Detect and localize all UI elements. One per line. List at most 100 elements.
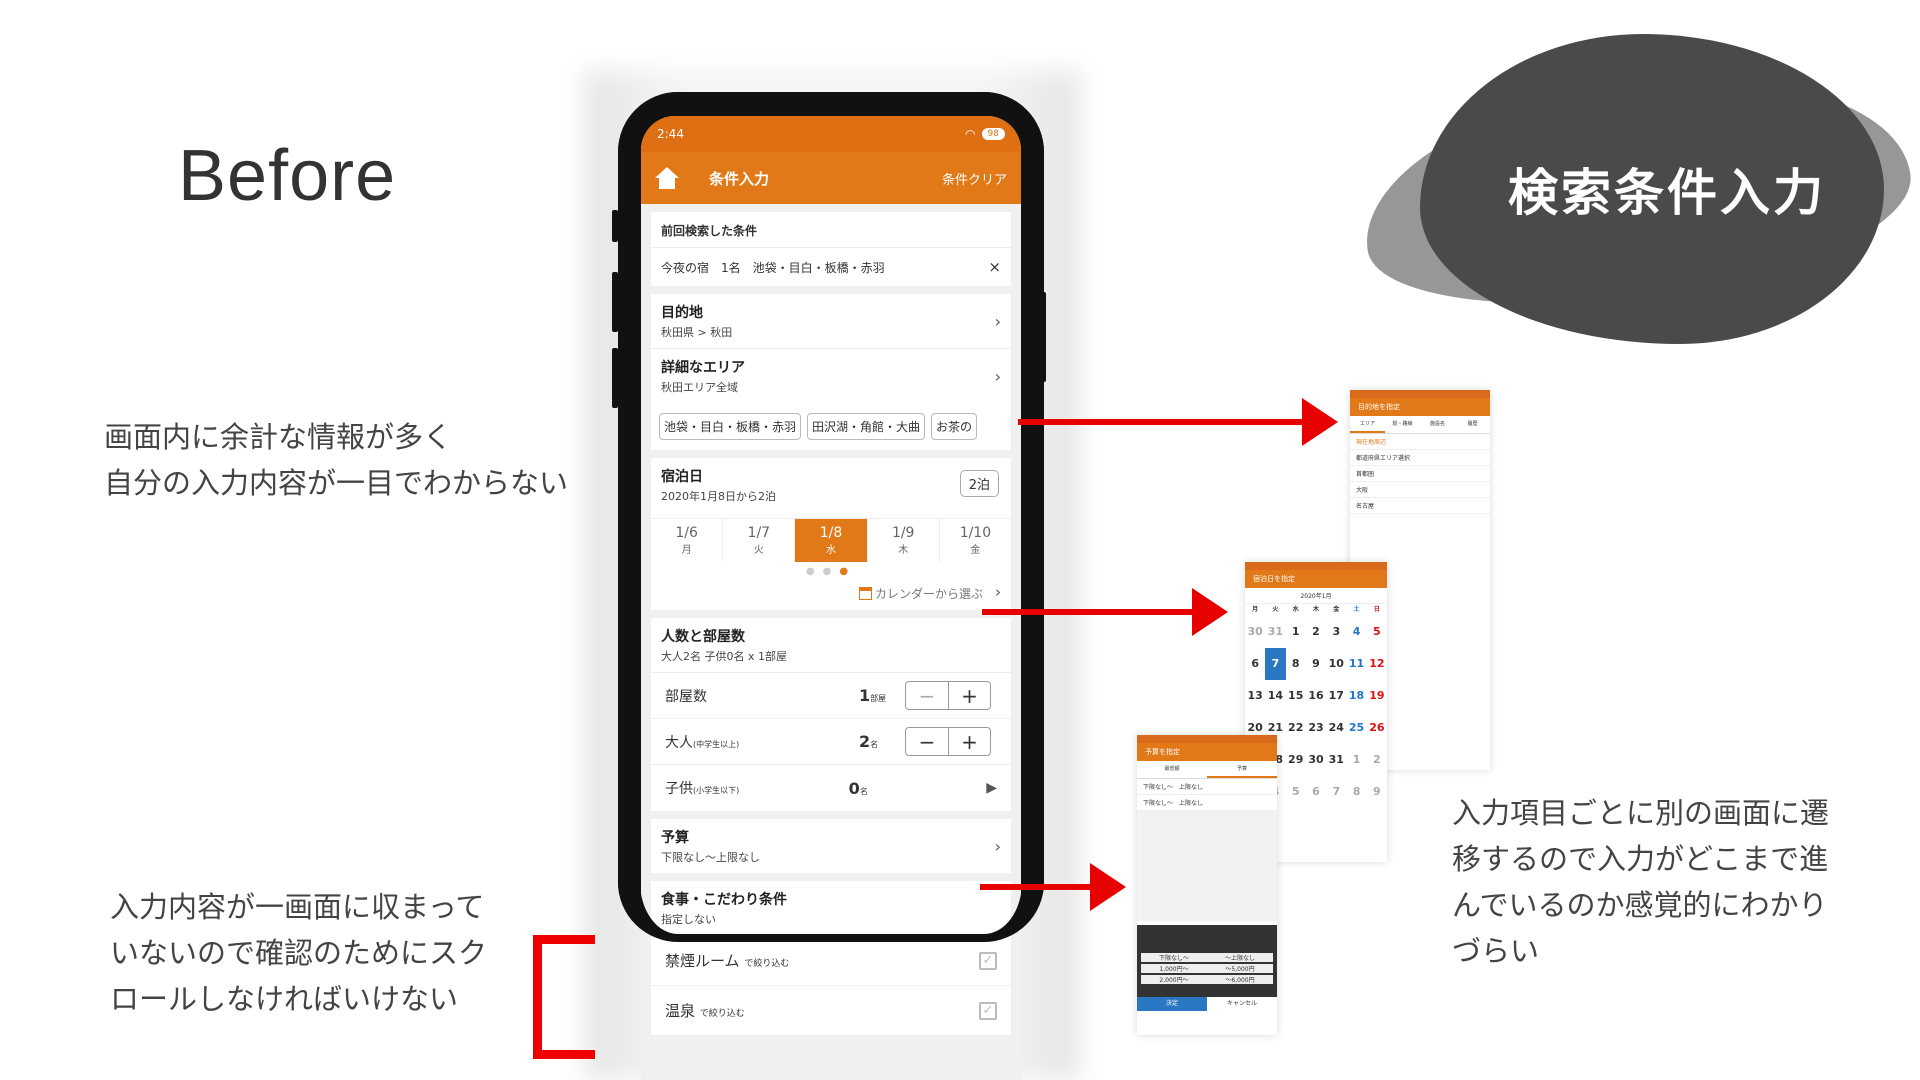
calendar-day: 31	[1267, 625, 1284, 638]
destination-row[interactable]: 目的地 秋田県 > 秋田 ›	[651, 294, 1011, 349]
rooms-label: 部屋数	[665, 688, 707, 705]
budget-value: 下限なし〜上限なし	[661, 851, 760, 864]
mini-calendar-month: 2020年1月	[1245, 588, 1387, 604]
area-chip[interactable]: 池袋・目白・板橋・赤羽	[659, 413, 802, 440]
filter-onsen-row[interactable]: 温泉 で絞り込む ✓	[651, 986, 1011, 1036]
budget-title: 予算	[661, 830, 689, 846]
calendar-day: 23	[1308, 721, 1324, 734]
arrow-to-budget-screen	[980, 863, 1126, 911]
date-option-selected[interactable]: 1/8 水	[795, 519, 868, 562]
page-indicator: ●●●	[805, 566, 857, 577]
phone-side-button	[612, 348, 618, 408]
area-chip[interactable]: お茶の	[931, 413, 978, 440]
stay-row: 宿泊日 2020年1月8日から2泊 2泊	[651, 458, 1011, 512]
checkbox[interactable]: ✓	[979, 1001, 997, 1020]
mini-ok-button: 決定	[1137, 997, 1207, 1011]
chevron-right-icon: ›	[994, 367, 1001, 386]
minus-button[interactable]: −	[906, 682, 948, 709]
minus-button[interactable]: −	[906, 728, 948, 755]
calendar-day: 25	[1348, 721, 1365, 734]
area-value: 秋田エリア全域	[661, 381, 738, 394]
phone-side-button	[1040, 292, 1046, 382]
chevron-right-icon: ›	[995, 583, 1001, 601]
checkbox[interactable]: ✓	[979, 951, 997, 970]
adults-row: 大人(中学生以上) 2名 − +	[651, 719, 1011, 765]
status-bar: 2:44 ◠ 98	[641, 116, 1021, 152]
home-icon[interactable]	[655, 167, 679, 189]
calendar-day: 6	[1312, 785, 1320, 798]
previous-search-title: 前回検索した条件	[651, 212, 1011, 248]
plus-button[interactable]: +	[948, 682, 990, 709]
date-strip: 1/6 月 1/7 火 1/8 水 1/9 木 1/10 金	[651, 518, 1011, 562]
meal-value: 指定しない	[661, 913, 716, 926]
date-option[interactable]: 1/9 木	[868, 519, 940, 562]
calendar-day: 16	[1308, 689, 1324, 702]
chevron-right-icon: ›	[994, 837, 1001, 856]
mini-area-row: 都道府県エリア選択	[1350, 450, 1490, 466]
date-option[interactable]: 1/10 金	[940, 519, 1011, 562]
calendar-day: 4	[1352, 625, 1361, 638]
adults-value: 2名	[859, 732, 879, 751]
expand-icon[interactable]: ▶	[986, 780, 997, 796]
mini-area-title: 目的地を指定	[1350, 398, 1490, 416]
adults-stepper: − +	[905, 727, 991, 756]
children-label: 子供(小学生以下)	[665, 781, 740, 797]
plus-button[interactable]: +	[948, 728, 990, 755]
section-title: 検索条件入力	[1508, 164, 1826, 222]
page-title: 条件入力	[709, 169, 770, 188]
phone-screen: 2:44 ◠ 98 条件入力 条件クリア 前回検索した条件 今夜の宿 1名 池袋…	[641, 116, 1021, 1080]
battery-icon: 98	[981, 128, 1005, 140]
budget-row[interactable]: 予算 下限なし〜上限なし ›	[651, 819, 1011, 873]
phone-side-button	[612, 210, 618, 242]
calendar-day: 14	[1267, 689, 1284, 702]
calendar-day: 18	[1348, 689, 1365, 702]
calendar-day: 10	[1328, 657, 1344, 670]
children-row[interactable]: 子供(小学生以下) 0名 ▶	[651, 765, 1011, 811]
area-chip[interactable]: 田沢湖・角館・大曲	[807, 413, 926, 440]
arrow-to-area-screen	[1018, 398, 1338, 446]
date-option[interactable]: 1/6 月	[651, 519, 724, 562]
destination-value: 秋田県 > 秋田	[661, 326, 733, 339]
arrow-to-calendar-screen	[982, 588, 1228, 636]
status-time: 2:44	[657, 127, 684, 141]
meal-row[interactable]: 食事・こだわり条件 指定しない	[651, 881, 1011, 936]
date-option[interactable]: 1/7 火	[723, 519, 796, 562]
calendar-link[interactable]: カレンダーから選ぶ ›	[651, 581, 1011, 610]
guests-summary: 大人2名 子供0名 x 1部屋	[661, 650, 787, 663]
wifi-icon: ◠	[965, 127, 976, 141]
scroll-bracket	[533, 935, 595, 1059]
calendar-day: 29	[1288, 753, 1304, 766]
rooms-stepper: − +	[905, 681, 991, 710]
annotation-info-overload: 画面内に余計な情報が多く 自分の入力内容が一目でわからない	[104, 420, 569, 500]
area-row[interactable]: 詳細なエリア 秋田エリア全域 ›	[651, 349, 1011, 403]
meal-title: 食事・こだわり条件	[661, 892, 787, 908]
guests-card: 人数と部屋数 大人2名 子供0名 x 1部屋 部屋数 1部屋 − + 大人(中学生…	[651, 618, 1011, 811]
previous-search-card: 前回検索した条件 今夜の宿 1名 池袋・目白・板橋・赤羽 ×	[651, 212, 1011, 286]
mini-area-row: 名古屋	[1350, 498, 1490, 514]
guests-header: 人数と部屋数 大人2名 子供0名 x 1部屋	[651, 618, 1011, 673]
clear-conditions-button[interactable]: 条件クリア	[942, 169, 1007, 188]
annotation-screen-transition: 入力項目ごとに別の画面に遷 移するので入力がどこまで進 んでいるのか感覚的にわか…	[1452, 796, 1830, 968]
destination-card: 目的地 秋田県 > 秋田 › 詳細なエリア 秋田エリア全域 › 池袋・目白・板橋…	[651, 294, 1011, 450]
meal-card: 食事・こだわり条件 指定しない 禁煙ルーム で絞り込む ✓ 温泉 で絞り込む ✓	[651, 881, 1011, 1036]
chevron-right-icon: ›	[994, 312, 1001, 331]
rooms-row: 部屋数 1部屋 − +	[651, 673, 1011, 719]
previous-search-item[interactable]: 今夜の宿 1名 池袋・目白・板橋・赤羽 ×	[651, 248, 1011, 286]
calendar-day: 31	[1328, 753, 1344, 766]
guests-title: 人数と部屋数	[661, 629, 745, 645]
calendar-day: 11	[1348, 657, 1365, 670]
filter-nonsmoking-row[interactable]: 禁煙ルーム で絞り込む ✓	[651, 936, 1011, 986]
calendar-day: 13	[1247, 689, 1263, 702]
mini-area-row: 首都圏	[1350, 466, 1490, 482]
previous-search-summary: 今夜の宿 1名 池袋・目白・板橋・赤羽	[661, 260, 885, 275]
calendar-day: 7	[1265, 648, 1286, 680]
calendar-day: 8	[1291, 657, 1300, 670]
stay-value: 2020年1月8日から2泊	[661, 490, 776, 503]
close-icon[interactable]: ×	[988, 258, 1001, 276]
nights-selector[interactable]: 2泊	[959, 470, 999, 497]
mini-budget-screen: 予算を指定 最低額 予算 下限なし〜 上限なし 下限なし〜 上限なし 下限なし〜…	[1137, 735, 1277, 1035]
area-title: 詳細なエリア	[661, 360, 745, 376]
budget-card: 予算 下限なし〜上限なし ›	[651, 819, 1011, 873]
phone-side-button	[612, 272, 618, 332]
calendar-day: 1	[1352, 753, 1361, 766]
